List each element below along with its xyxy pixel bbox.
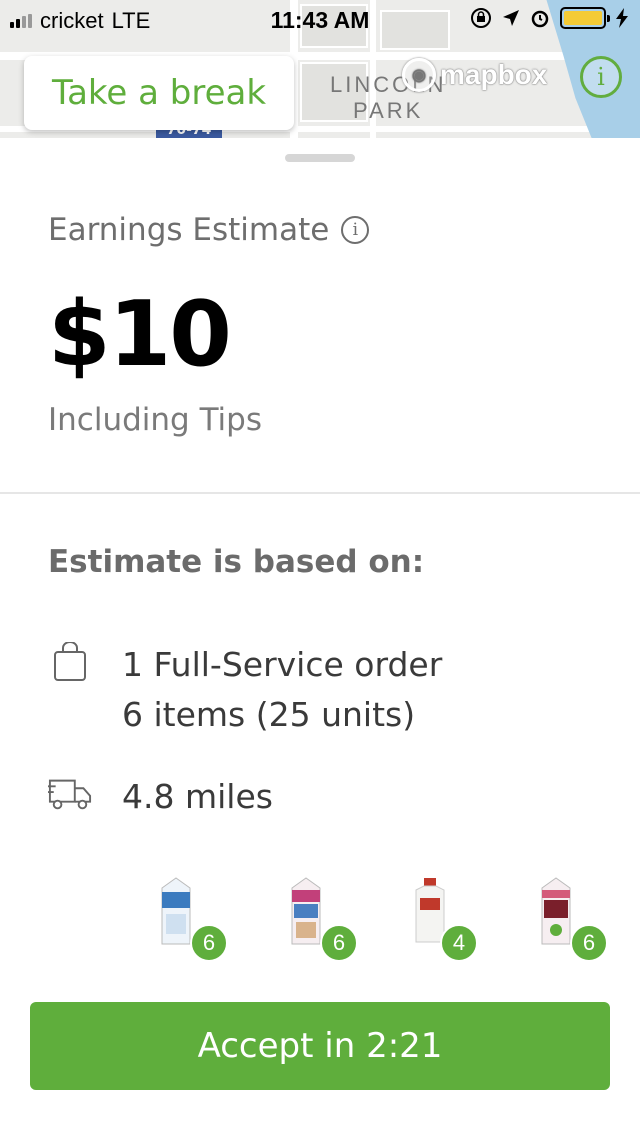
item-quantity-badge: 6 [570,924,608,962]
earnings-estimate-heading: Earnings Estimate i [48,212,370,248]
rotation-lock-icon [471,8,491,28]
mapbox-icon: ◉ [402,58,436,92]
divider [0,492,640,494]
distance-row: 4.8 miles [48,772,273,822]
map-info-icon[interactable]: i [580,56,622,98]
item-thumbnail[interactable]: 6 [506,866,616,966]
distance-text: 4.8 miles [122,777,273,816]
coconut-milk-carton-icon [161,877,191,945]
offer-sheet: Earnings Estimate i $10 Including Tips E… [0,138,640,1136]
earnings-amount: $10 [48,282,232,387]
almond-milk-carton-icon [291,877,321,945]
item-thumbnail[interactable]: 4 [376,866,486,966]
battery-icon [560,7,610,29]
item-quantity-badge: 4 [440,924,478,962]
charging-bolt-icon [616,8,628,28]
earnings-estimate-label: Earnings Estimate [48,212,330,248]
order-count: 1 Full-Service order [122,645,443,684]
delivery-truck-icon [48,772,92,816]
status-bar: cricket LTE 11:43 AM [0,0,640,40]
drag-handle[interactable] [285,154,355,162]
estimate-basis-heading: Estimate is based on: [48,544,425,580]
item-thumbnails: 6 6 4 6 [0,866,640,966]
item-count: 6 items (25 units) [122,695,416,734]
status-right [470,7,628,29]
mapbox-logo: ◉ mapbox [402,58,547,92]
earnings-subtext: Including Tips [48,402,262,438]
alarm-icon [531,10,549,28]
order-summary-row: 1 Full-Service order 6 items (25 units) [48,640,442,740]
item-thumbnail[interactable]: 6 [126,866,236,966]
take-a-break-button[interactable]: Take a break [24,56,294,130]
item-quantity-badge: 6 [190,924,228,962]
shopping-bag-icon [48,640,92,684]
location-arrow-icon [503,10,519,26]
order-summary-text: 1 Full-Service order 6 items (25 units) [122,640,442,740]
info-icon[interactable]: i [341,216,370,244]
accept-batch-button[interactable]: Accept in 2:21 [30,1002,610,1090]
half-and-half-carton-icon [541,877,571,945]
item-thumbnail[interactable]: 6 [256,866,366,966]
item-quantity-badge: 6 [320,924,358,962]
